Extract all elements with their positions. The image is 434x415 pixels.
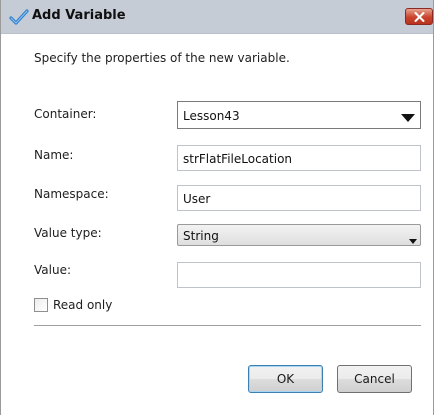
value-field[interactable] (177, 262, 421, 288)
name-value: strFlatFileLocation (183, 152, 293, 166)
name-label: Name: (34, 148, 74, 162)
value-type-select[interactable]: String (177, 224, 421, 246)
container-select[interactable]: Lesson43 (177, 101, 421, 129)
value-type-label: Value type: (34, 226, 102, 240)
namespace-value: User (183, 192, 211, 206)
read-only-checkbox[interactable] (34, 298, 48, 312)
dialog-title: Add Variable (32, 8, 126, 23)
container-value: Lesson43 (183, 109, 240, 123)
title-bar[interactable]: Add Variable (1, 0, 433, 34)
divider (34, 325, 421, 326)
checkmark-icon (9, 7, 29, 27)
instructions-text: Specify the properties of the new variab… (34, 51, 290, 65)
value-type-value: String (183, 229, 219, 243)
namespace-label: Namespace: (34, 187, 109, 201)
read-only-label[interactable]: Read only (53, 298, 112, 312)
close-icon (414, 12, 425, 22)
close-button[interactable] (405, 8, 433, 25)
ok-button[interactable]: OK (248, 365, 323, 393)
name-field[interactable]: strFlatFileLocation (177, 145, 421, 171)
value-label: Value: (34, 263, 71, 277)
cancel-button[interactable]: Cancel (337, 365, 412, 393)
add-variable-dialog: Add Variable Specify the properties of t… (0, 0, 434, 415)
container-label: Container: (34, 107, 97, 121)
namespace-field[interactable]: User (177, 185, 421, 211)
chevron-down-icon (409, 233, 417, 247)
chevron-down-icon (401, 112, 415, 126)
